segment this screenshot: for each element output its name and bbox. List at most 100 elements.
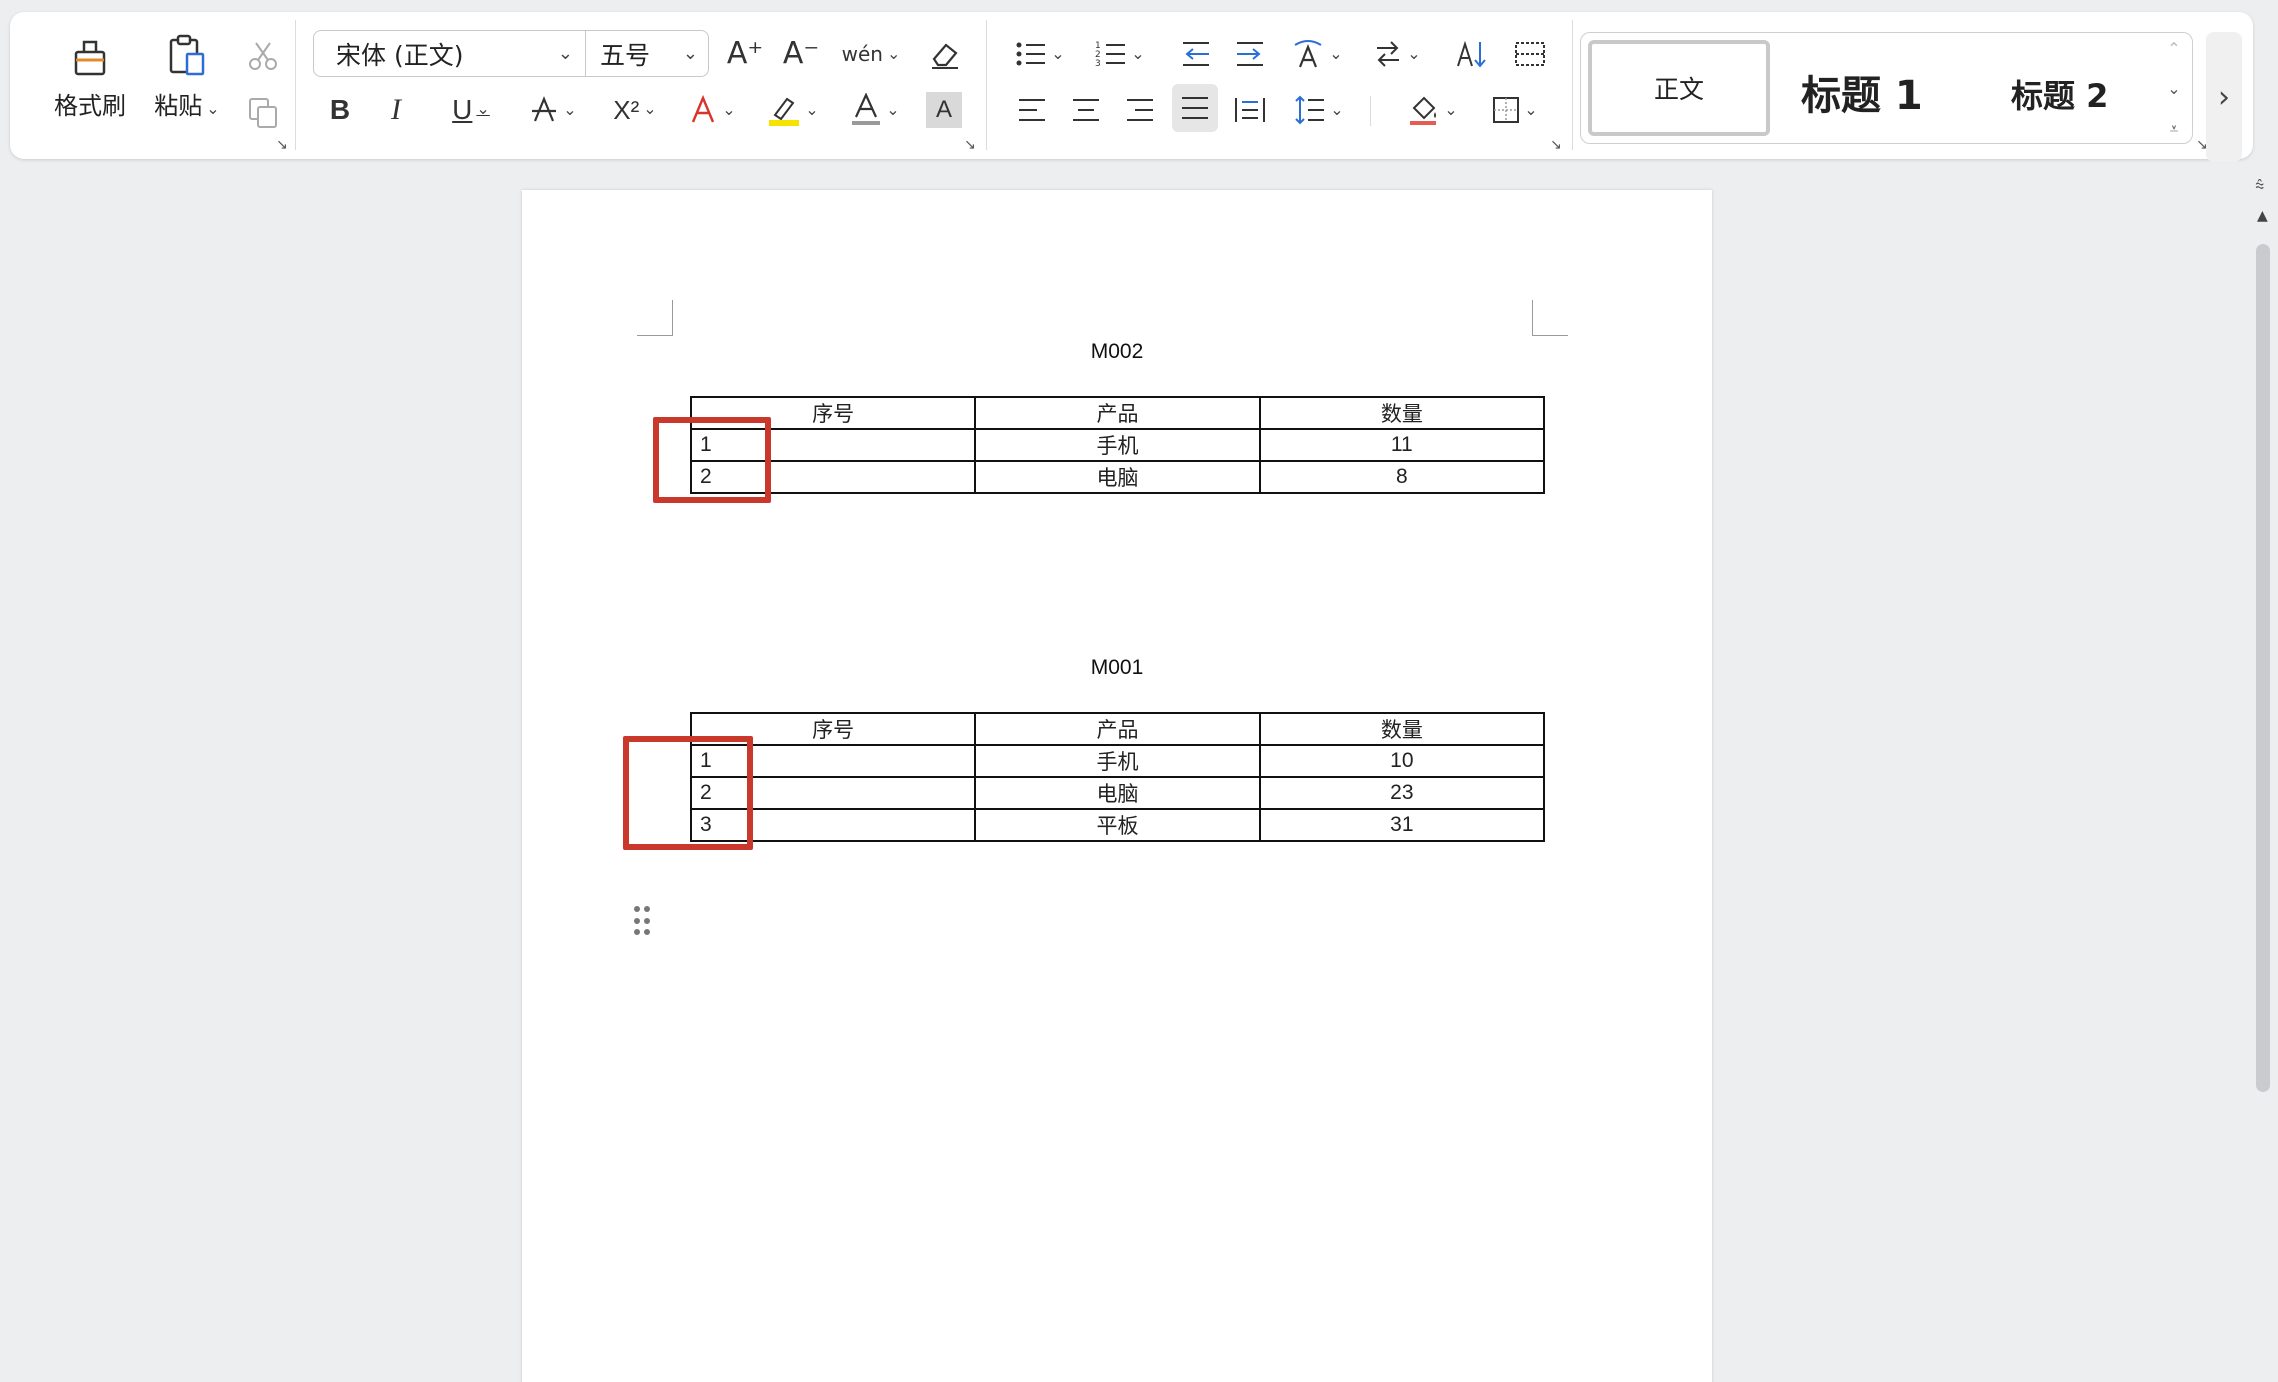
table-cell[interactable]: 手机 [974, 744, 1261, 778]
font-name-value: 宋体 (正文) [336, 40, 464, 70]
data-table[interactable]: 序号 产品 数量 1 手机 10 2 电脑 23 3 平板 31 [689, 712, 1546, 842]
style-normal-label: 正文 [1653, 75, 1704, 104]
style-heading-2[interactable]: 标题 2 [2011, 71, 2108, 117]
distribute-button[interactable] [1228, 88, 1272, 132]
align-center-icon [1073, 99, 1099, 121]
font-launcher-icon[interactable]: ↘ [964, 137, 976, 153]
text-effects-button[interactable]: ⌄ [682, 88, 742, 132]
clear-formatting-button[interactable] [922, 32, 968, 76]
chevron-down-icon[interactable]: ⌄ [2167, 79, 2180, 98]
bold-button[interactable]: B [320, 88, 360, 132]
style-normal[interactable]: 正文 [1588, 40, 1770, 136]
font-color-button[interactable]: ⌄ [844, 88, 906, 132]
text-direction-icon [1294, 40, 1322, 68]
table-cell[interactable]: 11 [1258, 428, 1546, 462]
document-page[interactable]: M002 序号 产品 数量 1 手机 11 2 电脑 8 M001 序号 产品 … [522, 190, 1712, 1382]
show-formatting-marks-button[interactable] [1508, 32, 1552, 76]
group-separator [1370, 96, 1371, 126]
margin-corner-mark [1532, 300, 1568, 336]
paste-button[interactable]: 粘贴 ⌄ [142, 34, 232, 121]
font-size-dropdown[interactable]: 五号 ⌄ [586, 31, 708, 76]
block-drag-handle-icon[interactable] [634, 906, 650, 938]
chevron-down-icon: ⌄ [722, 100, 736, 119]
character-shading-button[interactable]: A [926, 92, 962, 128]
text-direction-button[interactable]: ⌄ [1286, 32, 1348, 76]
chevron-down-icon: ⌄ [476, 101, 490, 118]
superscript-button[interactable]: X² ⌄ [602, 88, 668, 132]
increase-indent-button[interactable] [1228, 32, 1272, 76]
increase-font-size-button[interactable]: A⁺ [722, 32, 768, 76]
phonetic-guide-button[interactable]: wén ⌄ [840, 32, 902, 76]
ribbon-scroll-right-button[interactable]: › [2206, 32, 2242, 162]
style-heading-1[interactable]: 标题 1 [1801, 63, 1923, 121]
format-painter-label: 格式刷 [54, 92, 126, 120]
paint-bucket-icon [1410, 96, 1437, 125]
style-heading-1-label: 标题 1 [1801, 73, 1923, 119]
gallery-expand-icon[interactable]: ⩡ [2169, 119, 2178, 139]
shading-button[interactable]: ⌄ [1402, 88, 1464, 132]
scissors-icon [249, 42, 277, 70]
bullet-list-button[interactable]: ⌄ [1010, 32, 1070, 76]
paragraph-launcher-icon[interactable]: ↘ [1550, 137, 1562, 153]
scroll-up-arrow-icon[interactable]: ▲ [2257, 208, 2268, 224]
annotation-highlight-box [653, 417, 771, 503]
decrease-font-icon: A⁻ [782, 36, 820, 71]
format-painter-button[interactable]: 格式刷 [40, 34, 140, 121]
data-table[interactable]: 序号 产品 数量 1 手机 11 2 电脑 8 [689, 396, 1546, 494]
sort-icon [1457, 40, 1486, 68]
vertical-scrollbar-thumb[interactable] [2256, 244, 2270, 1092]
table-cell[interactable]: 手机 [974, 428, 1261, 462]
column-header[interactable]: 数量 [1258, 396, 1546, 430]
group-separator [295, 20, 296, 150]
decrease-font-size-button[interactable]: A⁻ [778, 32, 824, 76]
sort-button[interactable] [1450, 32, 1494, 76]
character-shading-icon: A [935, 96, 952, 123]
numbered-list-button[interactable]: 1 2 3 ⌄ [1090, 32, 1150, 76]
underline-button[interactable]: U ⌄ [440, 88, 502, 132]
table-cell[interactable]: 8 [1258, 460, 1546, 494]
chevron-down-icon: ⌄ [1407, 44, 1421, 63]
clipboard-launcher-icon[interactable]: ↘ [276, 137, 288, 153]
chevron-down-icon: ⌄ [682, 43, 698, 64]
align-right-button[interactable] [1118, 88, 1162, 132]
table-cell[interactable]: 电脑 [974, 776, 1261, 810]
italic-button[interactable]: I [376, 88, 416, 132]
chevron-down-icon: ⌄ [886, 44, 901, 63]
chevron-up-icon[interactable]: ⌃ [2167, 39, 2180, 58]
font-name-dropdown[interactable]: 宋体 (正文) ⌄ [314, 31, 586, 76]
table-cell[interactable]: 电脑 [974, 460, 1261, 494]
scroll-top-icon[interactable]: ⩯ [2255, 176, 2264, 196]
align-center-button[interactable] [1064, 88, 1108, 132]
table-cell[interactable]: 31 [1258, 808, 1546, 842]
table-cell[interactable]: 平板 [974, 808, 1261, 842]
align-left-icon [1019, 99, 1045, 121]
line-spacing-icon [1295, 95, 1325, 125]
column-header[interactable]: 数量 [1258, 712, 1546, 746]
decrease-indent-icon [1183, 42, 1209, 66]
table-header-row: 序号 产品 数量 [689, 396, 1546, 430]
borders-button[interactable]: ⌄ [1484, 88, 1546, 132]
highlight-color-button[interactable]: ⌄ [762, 88, 824, 132]
font-selector: 宋体 (正文) ⌄ 五号 ⌄ [313, 30, 709, 77]
table-cell[interactable]: 23 [1258, 776, 1546, 810]
table-title[interactable]: M002 [522, 340, 1712, 364]
style-heading-2-label: 标题 2 [2011, 77, 2109, 115]
table-row: 1 手机 11 [689, 428, 1546, 462]
text-flow-button[interactable]: ⌄ [1366, 32, 1428, 76]
table-title[interactable]: M001 [522, 656, 1712, 680]
align-left-button[interactable] [1010, 88, 1054, 132]
strikethrough-button[interactable]: ⌄ [522, 88, 584, 132]
column-header[interactable]: 产品 [974, 712, 1261, 746]
gallery-scroll: ⌃ ⌄ ⩡ [2164, 39, 2184, 139]
cut-button[interactable] [238, 36, 288, 76]
copy-button[interactable] [238, 92, 288, 132]
eraser-icon [932, 43, 958, 69]
superscript-icon: X² [613, 95, 640, 125]
decrease-indent-button[interactable] [1174, 32, 1218, 76]
table-cell[interactable]: 10 [1258, 744, 1546, 778]
svg-text:3: 3 [1095, 59, 1101, 69]
justify-button[interactable] [1172, 84, 1218, 132]
margin-corner-mark [637, 300, 673, 336]
line-spacing-button[interactable]: ⌄ [1288, 88, 1350, 132]
column-header[interactable]: 产品 [974, 396, 1261, 430]
